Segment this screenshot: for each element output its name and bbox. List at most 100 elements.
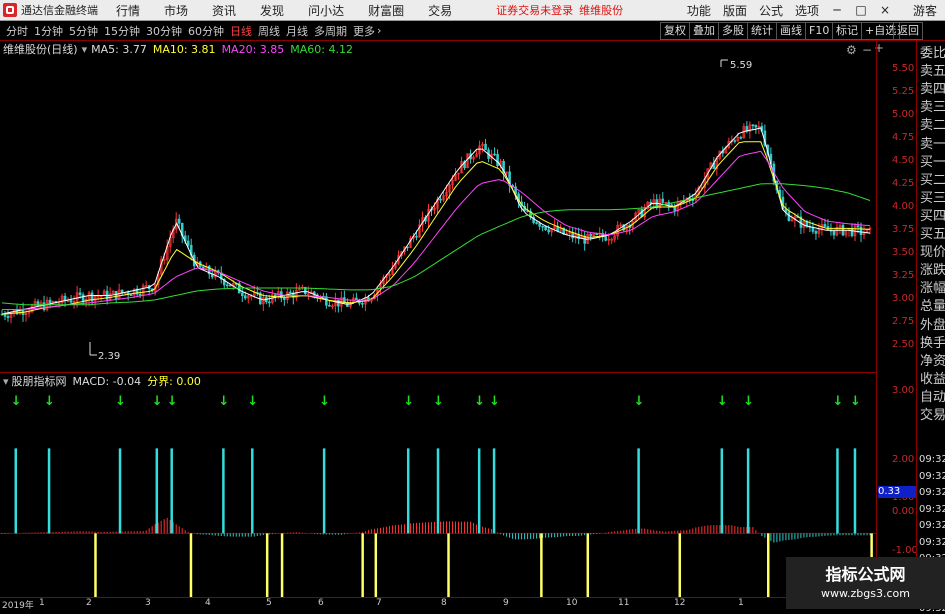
sidebar-label[interactable]: 总量: [920, 300, 945, 314]
sidebar-label[interactable]: 卖五: [920, 65, 945, 79]
period-tab-1min[interactable]: 1分钟: [34, 23, 63, 39]
period-toolbar: 分时 1分钟 5分钟 15分钟 30分钟 60分钟 日线 周线 月线 多周期 更…: [0, 21, 945, 41]
sidebar-label[interactable]: 买五: [920, 228, 945, 242]
back-button[interactable]: 返回: [893, 22, 923, 40]
macd-tick: 0.00: [892, 506, 915, 517]
stats-button[interactable]: 统计: [747, 22, 777, 40]
date-label: 9: [503, 598, 509, 608]
sidebar-label[interactable]: 买二: [920, 173, 945, 188]
macd-header: ▾ 股朋指标网 MACD: -0.04 分界: 0.00: [0, 374, 201, 389]
close-icon[interactable]: ×: [879, 3, 891, 17]
zoom-out-icon[interactable]: −: [862, 43, 872, 57]
buy-arrow-icon: ↓: [152, 394, 163, 409]
candle-body: [355, 297, 358, 300]
high-label: 5.59: [730, 60, 752, 71]
sidebar-label[interactable]: 自动: [920, 390, 945, 405]
signal-bars: ↓ ↓ ↓ ↓ ↓ ↓ ↓ ↓ ↓ ↓ ↓ ↓ ↓ ↓ ↓ ↓ ↓: [11, 394, 873, 597]
date-label: 1: [738, 598, 744, 608]
guest-label[interactable]: 游客: [913, 2, 937, 19]
sidebar-label[interactable]: 涨幅: [920, 282, 945, 296]
period-tab-15min[interactable]: 15分钟: [104, 23, 140, 39]
macd-chart[interactable]: ↓ ↓ ↓ ↓ ↓ ↓ ↓ ↓ ↓ ↓ ↓ ↓ ↓ ↓ ↓ ↓ ↓: [0, 389, 876, 597]
mark-button[interactable]: 标记: [832, 22, 862, 40]
settings-icon[interactable]: ⚙: [846, 43, 857, 57]
menu-item-market[interactable]: 行情: [116, 2, 140, 19]
sidebar-label[interactable]: 交易: [920, 409, 945, 423]
sidebar-label[interactable]: 买三: [920, 191, 945, 206]
candle-body: [439, 198, 442, 201]
more-chevron-icon[interactable]: ›: [377, 24, 381, 37]
candlestick-chart[interactable]: 5.59 2.39: [0, 58, 876, 370]
candle-body: [3, 313, 7, 317]
sidebar-label[interactable]: 卖三: [920, 101, 945, 115]
period-tab-30min[interactable]: 30分钟: [146, 23, 182, 39]
menu-formula[interactable]: 公式: [759, 2, 783, 19]
date-label: 4: [205, 598, 211, 608]
period-tab-multi[interactable]: 多周期: [314, 23, 347, 39]
menu-function[interactable]: 功能: [687, 2, 711, 19]
price-tick: 3.00: [892, 293, 915, 304]
indicator-title: 股朋指标网: [11, 375, 67, 388]
candle-body: [325, 296, 328, 306]
sidebar-label[interactable]: 买四: [920, 209, 945, 224]
menu-item-news[interactable]: 资讯: [212, 2, 236, 19]
macd-value: MACD: -0.04: [72, 374, 142, 388]
sidebar-label[interactable]: 卖四: [920, 83, 945, 97]
minimize-icon[interactable]: ─: [831, 3, 843, 17]
menu-options[interactable]: 选项: [795, 2, 819, 19]
period-tab-5min[interactable]: 5分钟: [69, 23, 98, 39]
menu-item-exchange[interactable]: 市场: [164, 2, 188, 19]
price-tick: 2.75: [892, 316, 915, 327]
menubar: 通达信金融终端 行情 市场 资讯 发现 问小达 财富圈 交易 证券交易未登录 维…: [0, 0, 945, 21]
sidebar-label[interactable]: 净资: [920, 354, 945, 369]
sidebar-label[interactable]: 卖一: [920, 137, 945, 152]
period-tab-intraday[interactable]: 分时: [6, 23, 28, 39]
candle-body: [186, 240, 190, 246]
period-tab-daily[interactable]: 日线: [230, 23, 252, 39]
maximize-icon[interactable]: □: [855, 3, 867, 17]
buy-arrow-icon: ↓: [218, 394, 229, 409]
adjust-button[interactable]: 复权: [660, 22, 690, 40]
candle-body: [571, 232, 574, 239]
sidebar-label[interactable]: 换手: [920, 336, 945, 351]
menu-item-discover[interactable]: 发现: [260, 2, 284, 19]
draw-button[interactable]: 画线: [776, 22, 806, 40]
sidebar-label[interactable]: 买一: [920, 155, 945, 170]
price-tick: 5.50: [892, 63, 915, 74]
ma5-label: MA5: 3.77: [91, 42, 147, 56]
f10-button[interactable]: F10: [805, 22, 834, 40]
fenjie-value: 分界: 0.00: [147, 375, 201, 388]
menu-item-trade[interactable]: 交易: [428, 2, 452, 19]
macd-tick: 2.00: [892, 454, 915, 465]
settings-dropdown-icon[interactable]: ▾: [82, 43, 88, 56]
sidebar-label[interactable]: 外盘: [920, 318, 945, 333]
multi-stock-button[interactable]: 多股: [718, 22, 748, 40]
date-label: 3: [145, 598, 151, 608]
period-tab-monthly[interactable]: 月线: [286, 23, 308, 39]
overlay-button[interactable]: 叠加: [689, 22, 719, 40]
period-tab-more[interactable]: 更多: [353, 23, 375, 39]
sidebar-label[interactable]: 现价: [920, 246, 945, 260]
menu-layout[interactable]: 版面: [723, 2, 747, 19]
candle-body: [114, 290, 118, 300]
date-label: 1: [39, 598, 45, 608]
sidebar-label[interactable]: 涨跌: [920, 264, 945, 278]
price-tick: 3.50: [892, 247, 915, 258]
sidebar-label[interactable]: 收益: [920, 372, 945, 387]
menu-item-ask[interactable]: 问小达: [308, 2, 344, 19]
candle-body: [859, 226, 863, 236]
buy-arrow-icon: ↓: [832, 394, 843, 409]
price-axis: 5.50 5.25 5.00 4.75 4.50 4.25 4.00 3.75 …: [877, 58, 916, 370]
period-tab-weekly[interactable]: 周线: [258, 23, 280, 39]
indicator-dropdown-icon[interactable]: ▾: [3, 375, 9, 388]
date-axis: 2019年 1 2 3 4 5 6 7 8 9 10 11 12 1: [0, 597, 876, 611]
macd-highlight: 0.33: [878, 486, 916, 498]
ma-line-ma20: [2, 150, 871, 310]
menu-item-wealth[interactable]: 财富圈: [368, 2, 404, 19]
sidebar-label[interactable]: 委比: [920, 47, 945, 61]
login-warning[interactable]: 证券交易未登录: [496, 2, 573, 18]
sidebar-label[interactable]: 卖二: [920, 119, 945, 133]
candle-body: [361, 302, 364, 305]
period-tab-60min[interactable]: 60分钟: [188, 23, 224, 39]
date-label: 6: [318, 598, 324, 608]
